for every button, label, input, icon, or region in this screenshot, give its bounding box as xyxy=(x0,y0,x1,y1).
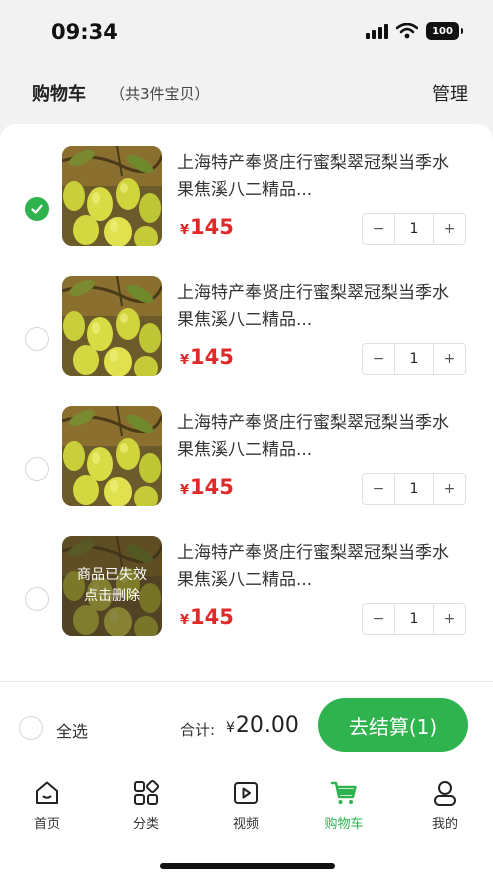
increase-button[interactable]: + xyxy=(434,474,465,504)
total-label: 合计: xyxy=(180,721,216,739)
total-amount: ¥20.00 xyxy=(226,713,299,738)
price-value: 145 xyxy=(190,605,234,629)
quantity-value[interactable]: 1 xyxy=(394,474,434,504)
tab-label: 分类 xyxy=(132,817,159,832)
decrease-button[interactable]: − xyxy=(363,214,394,244)
currency-symbol: ¥ xyxy=(180,483,190,498)
total-value: 20.00 xyxy=(235,713,299,738)
item-checkbox[interactable] xyxy=(25,197,49,221)
tab-label: 我的 xyxy=(431,817,458,832)
item-count: （共3件宝贝） xyxy=(110,85,210,103)
item-checkbox[interactable] xyxy=(25,587,49,611)
product-name[interactable]: 上海特产奉贤庄行蜜梨翠冠梨当季水 果焦溪八二精品... xyxy=(177,280,477,334)
product-name-line1: 上海特产奉贤庄行蜜梨翠冠梨当季水 xyxy=(177,413,449,433)
decrease-button[interactable]: − xyxy=(363,604,394,634)
checkout-bar: 全选 合计: ¥20.00 去结算(1) xyxy=(0,681,493,767)
increase-button[interactable]: + xyxy=(434,344,465,374)
battery-icon: 100 xyxy=(426,22,463,40)
status-time: 09:34 xyxy=(51,20,118,44)
status-icons: 100 xyxy=(366,22,463,40)
product-price: ¥145 xyxy=(180,605,234,629)
currency-symbol: ¥ xyxy=(180,613,190,628)
signal-icon xyxy=(366,23,388,39)
video-icon xyxy=(234,782,258,804)
product-name-line2: 果焦溪八二精品... xyxy=(177,180,313,200)
tab-cart[interactable]: 购物车 xyxy=(314,779,374,832)
cart-item: 上海特产奉贤庄行蜜梨翠冠梨当季水 果焦溪八二精品... ¥145 − 1 + xyxy=(0,396,493,526)
quantity-stepper: − 1 + xyxy=(362,473,466,505)
quantity-stepper: − 1 + xyxy=(362,213,466,245)
product-image[interactable] xyxy=(62,276,162,376)
product-image[interactable] xyxy=(62,406,162,506)
currency-symbol: ¥ xyxy=(180,223,190,238)
status-bar: 09:34 100 xyxy=(0,0,493,66)
invalid-overlay[interactable]: 商品已失效 点击删除 xyxy=(62,536,162,636)
cart-header: 购物车 （共3件宝贝） 管理 xyxy=(0,66,493,124)
delete-hint: 点击删除 xyxy=(84,588,140,604)
select-all-checkbox[interactable] xyxy=(19,716,43,740)
product-image[interactable] xyxy=(62,146,162,246)
tab-bar: 首页 分类 视频 购物车 我的 xyxy=(0,767,493,879)
decrease-button[interactable]: − xyxy=(363,344,394,374)
battery-level: 100 xyxy=(432,25,453,37)
price-value: 145 xyxy=(190,215,234,239)
product-image[interactable]: 商品已失效 点击删除 xyxy=(62,536,162,636)
product-name-line2: 果焦溪八二精品... xyxy=(177,570,313,590)
price-value: 145 xyxy=(190,475,234,499)
cart-item-invalid: 商品已失效 点击删除 上海特产奉贤庄行蜜梨翠冠梨当季水 果焦溪八二精品... ¥… xyxy=(0,526,493,656)
quantity-value[interactable]: 1 xyxy=(394,214,434,244)
increase-button[interactable]: + xyxy=(434,604,465,634)
price-value: 145 xyxy=(190,345,234,369)
tab-profile[interactable]: 我的 xyxy=(415,779,475,832)
quantity-stepper: − 1 + xyxy=(362,343,466,375)
product-price: ¥145 xyxy=(180,345,234,369)
product-name-line2: 果焦溪八二精品... xyxy=(177,310,313,330)
product-price: ¥145 xyxy=(180,475,234,499)
product-name[interactable]: 上海特产奉贤庄行蜜梨翠冠梨当季水 果焦溪八二精品... xyxy=(177,540,477,594)
item-checkbox[interactable] xyxy=(25,457,49,481)
home-indicator xyxy=(160,863,335,869)
tab-label: 购物车 xyxy=(324,817,364,832)
quantity-value[interactable]: 1 xyxy=(394,344,434,374)
page-title: 购物车 xyxy=(32,84,86,105)
tab-home[interactable]: 首页 xyxy=(17,779,77,832)
cart-item: 上海特产奉贤庄行蜜梨翠冠梨当季水 果焦溪八二精品... ¥145 − 1 + xyxy=(0,266,493,396)
checkout-button[interactable]: 去结算(1) xyxy=(318,698,468,752)
product-name-line1: 上海特产奉贤庄行蜜梨翠冠梨当季水 xyxy=(177,153,449,173)
currency-symbol: ¥ xyxy=(226,720,235,736)
product-name-line1: 上海特产奉贤庄行蜜梨翠冠梨当季水 xyxy=(177,283,449,303)
product-name-line2: 果焦溪八二精品... xyxy=(177,440,313,460)
invalid-text: 商品已失效 xyxy=(77,567,147,583)
tab-label: 视频 xyxy=(232,817,259,832)
tab-video[interactable]: 视频 xyxy=(216,779,276,832)
cart-list: 上海特产奉贤庄行蜜梨翠冠梨当季水 果焦溪八二精品... ¥145 − 1 + 上… xyxy=(0,124,493,681)
currency-symbol: ¥ xyxy=(180,353,190,368)
item-checkbox[interactable] xyxy=(25,327,49,351)
wifi-icon xyxy=(396,23,418,39)
quantity-value[interactable]: 1 xyxy=(394,604,434,634)
manage-button[interactable]: 管理 xyxy=(432,80,468,106)
check-icon xyxy=(31,204,43,214)
product-price: ¥145 xyxy=(180,215,234,239)
tab-category[interactable]: 分类 xyxy=(116,779,176,832)
category-icon xyxy=(134,779,160,805)
cart-item: 上海特产奉贤庄行蜜梨翠冠梨当季水 果焦溪八二精品... ¥145 − 1 + xyxy=(0,136,493,266)
product-name-line1: 上海特产奉贤庄行蜜梨翠冠梨当季水 xyxy=(177,543,449,563)
product-name[interactable]: 上海特产奉贤庄行蜜梨翠冠梨当季水 果焦溪八二精品... xyxy=(177,150,477,204)
product-name[interactable]: 上海特产奉贤庄行蜜梨翠冠梨当季水 果焦溪八二精品... xyxy=(177,410,477,464)
increase-button[interactable]: + xyxy=(434,214,465,244)
profile-icon xyxy=(434,781,456,806)
select-all-label[interactable]: 全选 xyxy=(56,718,88,742)
home-icon xyxy=(36,781,58,804)
quantity-stepper: − 1 + xyxy=(362,603,466,635)
tab-label: 首页 xyxy=(33,817,60,832)
cart-icon xyxy=(330,781,357,804)
decrease-button[interactable]: − xyxy=(363,474,394,504)
